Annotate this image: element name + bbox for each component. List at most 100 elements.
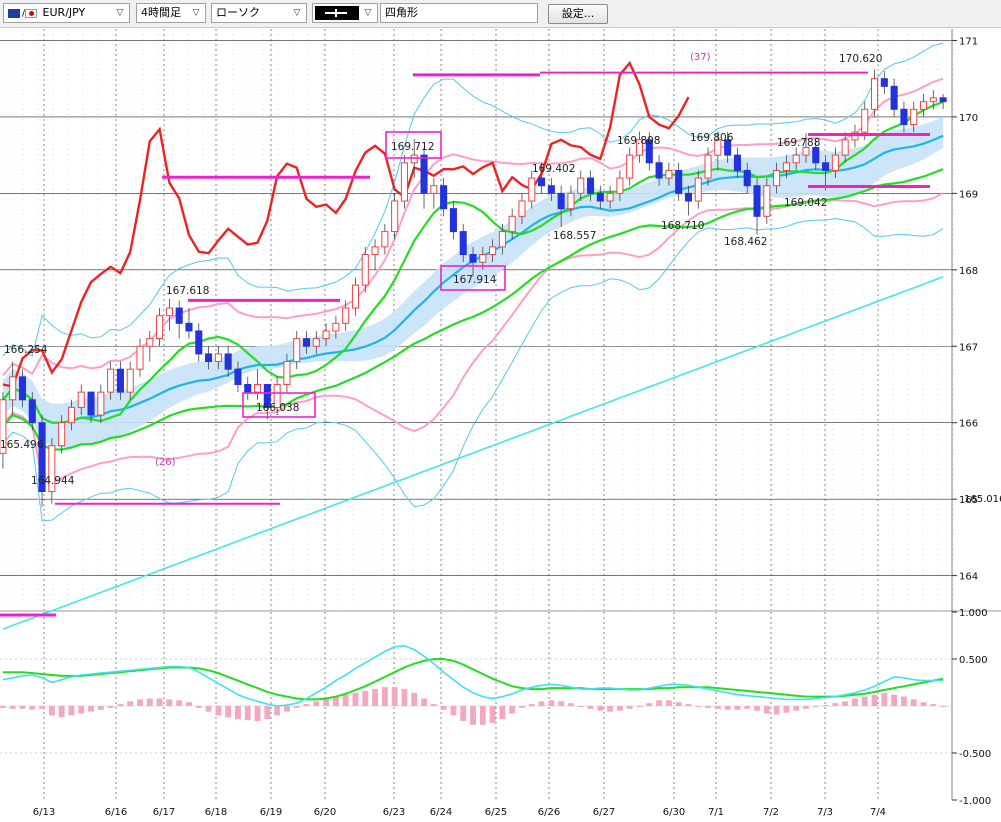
chart-style-select[interactable]: ローソク ▽ (211, 3, 307, 23)
macd-line (2, 644, 944, 707)
signal-line (2, 658, 944, 701)
candle-body (508, 215, 516, 233)
candle-body (400, 162, 408, 202)
currency-pair-select[interactable]: / EUR/JPY ▽ (3, 3, 130, 23)
draw-shape-value: 四角形 (385, 6, 418, 19)
candle-body (116, 368, 124, 393)
candle-body (254, 383, 262, 393)
x-tick-label: 6/25 (485, 807, 507, 818)
candle-body (900, 108, 908, 126)
candle-body (547, 185, 555, 194)
histogram-bar (146, 698, 153, 706)
candle-body (489, 246, 497, 256)
histogram-bar (235, 706, 241, 720)
histogram-bar (470, 706, 476, 725)
price-box (440, 265, 506, 291)
chevron-down-icon[interactable]: ▽ (113, 4, 127, 22)
histogram-bar (117, 704, 124, 706)
histogram-bar (342, 694, 349, 706)
histogram-bar (19, 706, 26, 709)
chevron-down-icon[interactable]: ▽ (189, 4, 203, 22)
candle-body (165, 307, 173, 317)
candle-body (684, 192, 693, 202)
candle-body (479, 254, 487, 263)
bollinger-upper-line (2, 42, 944, 357)
price-label: 168.710 (661, 220, 704, 232)
candle-body (48, 445, 56, 493)
restore-icon[interactable] (182, 38, 195, 51)
candle-body (263, 383, 271, 408)
histogram-bar (68, 706, 75, 716)
histogram-bar (195, 706, 202, 708)
histogram-bar (656, 700, 663, 706)
candle-body (58, 422, 66, 447)
histogram-bar (705, 706, 711, 708)
histogram-bar (479, 706, 486, 725)
x-tick-label: 7/3 (817, 807, 833, 818)
price-label: 169.806 (690, 132, 734, 144)
line-width-select[interactable]: ▽ (312, 3, 378, 23)
histogram-bar (616, 706, 623, 711)
histogram-bar (499, 706, 506, 720)
candle-body (714, 139, 722, 156)
histogram-bar (421, 698, 427, 706)
histogram-bar (528, 704, 535, 706)
histogram-bar (332, 696, 339, 706)
indicator-list-panel[interactable]: テクニカル指標リスト (9, 33, 199, 57)
candle-body (214, 353, 222, 363)
y-tick-label: 170 (959, 113, 978, 124)
candle-body (567, 192, 575, 210)
osc-tick-label: 0.500 (959, 655, 988, 666)
candle-body (910, 108, 918, 126)
histogram-bar (254, 706, 261, 722)
candle-body (880, 78, 888, 87)
price-label: 169.712 (391, 141, 434, 153)
histogram-bar (137, 699, 143, 706)
histogram-bar (891, 694, 898, 706)
candle-body (391, 200, 399, 233)
price-label: 169.402 (532, 163, 575, 175)
histogram-bar (166, 699, 173, 706)
price-label: 166.254 (4, 344, 48, 356)
candle-body (606, 192, 614, 202)
histogram-bar (156, 698, 163, 706)
histogram-bar (372, 689, 378, 706)
chevron-down-icon[interactable]: ▽ (290, 4, 304, 22)
x-tick-label: 6/16 (105, 807, 127, 818)
candle-body (302, 338, 311, 347)
draw-shape-field[interactable]: 四角形 (380, 3, 538, 23)
histogram-bar (783, 706, 790, 713)
candle-body (18, 376, 27, 401)
candle-body (939, 97, 947, 103)
histogram-bar (675, 702, 682, 706)
lagging-span-line (2, 60, 690, 388)
histogram-bar (401, 689, 408, 706)
x-tick-label: 6/19 (260, 807, 282, 818)
chevron-down-icon[interactable]: ▽ (361, 4, 375, 22)
candle-body (929, 97, 937, 103)
candle-body (9, 376, 17, 401)
histogram-bar (176, 700, 183, 706)
candle-body (234, 368, 242, 385)
histogram-bar (842, 701, 849, 706)
candle-body (67, 406, 75, 424)
histogram-bar (313, 701, 320, 706)
timeframe-value: 4時間足 (141, 6, 181, 19)
candle-body (77, 391, 85, 408)
candle-body (841, 139, 849, 156)
candle-body (733, 154, 741, 171)
histogram-bar (724, 706, 731, 710)
candle-body (312, 338, 320, 347)
candle-body (724, 139, 732, 156)
x-tick-label: 6/13 (33, 807, 55, 818)
candle-body (518, 200, 526, 217)
settings-button[interactable]: 設定... (548, 4, 608, 24)
price-plot-area (0, 29, 952, 610)
candle-body (97, 391, 105, 416)
histogram-bar (626, 706, 633, 709)
price-label: 170.620 (839, 53, 882, 65)
timeframe-select[interactable]: 4時間足 ▽ (136, 3, 206, 23)
histogram-bar (352, 692, 359, 706)
x-tick-label: 7/1 (708, 807, 724, 818)
x-tick-label: 7/4 (870, 807, 886, 818)
